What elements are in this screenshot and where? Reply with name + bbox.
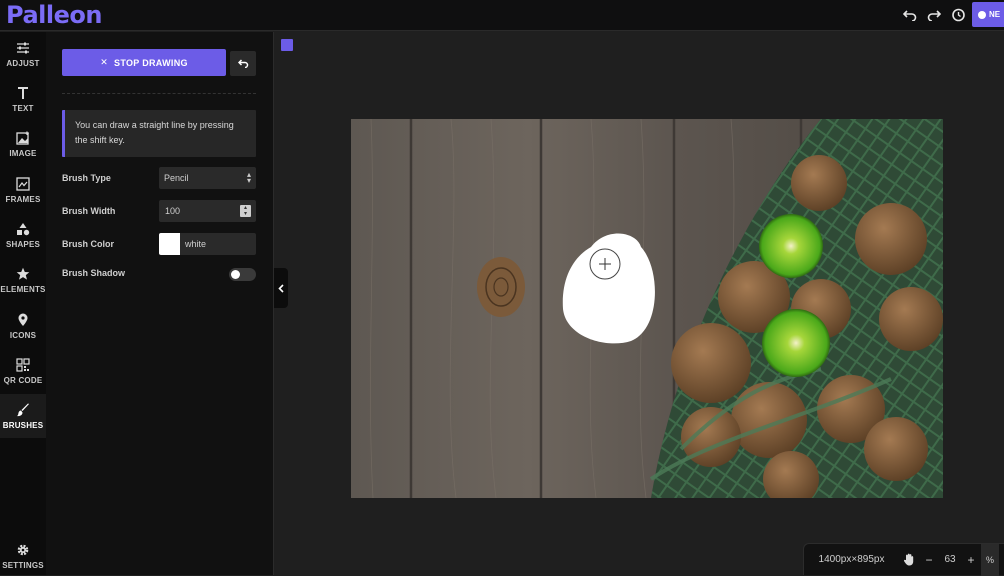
app-logo: Palleon (6, 1, 102, 29)
brush-color-label: Brush Color (62, 239, 115, 249)
nav-item-settings[interactable]: SETTINGS (0, 538, 46, 575)
brushes-panel: ✕ STOP DRAWING You can draw a straight l… (46, 32, 274, 575)
undo-icon[interactable] (900, 5, 920, 25)
hand-icon (903, 553, 914, 566)
brush-color-swatch[interactable] (159, 233, 180, 255)
nav-item-image[interactable]: IMAGE (0, 122, 46, 166)
nav-item-brushes[interactable]: BRUSHES (0, 394, 46, 438)
frames-icon (16, 176, 30, 191)
zoom-out-button[interactable]: − (919, 553, 939, 567)
brush-shadow-label: Brush Shadow (62, 268, 126, 278)
brush-width-input[interactable]: 100 ▴ ▾ (159, 200, 256, 222)
stop-drawing-button[interactable]: ✕ STOP DRAWING (62, 49, 226, 76)
image-dimensions: 1400px×895px (818, 554, 885, 565)
undo-stroke-button[interactable] (230, 51, 256, 76)
edit-icon[interactable] (281, 39, 293, 51)
main-nav: ADJUST TEXT IMAGE FRAMES SHAPES ELEMENTS… (0, 32, 46, 575)
nav-item-frames[interactable]: FRAMES (0, 168, 46, 212)
divider (62, 93, 256, 94)
number-stepper-icon[interactable]: ▴ ▾ (240, 205, 251, 217)
canvas-image[interactable] (351, 119, 943, 498)
image-icon (16, 131, 29, 145)
undo-icon (237, 59, 248, 68)
zoom-percent-unit: % (981, 543, 999, 576)
new-button-label: NE (989, 10, 1001, 19)
star-icon (16, 267, 30, 280)
brush-color-value: white (185, 239, 207, 249)
text-icon (18, 86, 28, 99)
brush-shadow-toggle[interactable] (229, 268, 256, 281)
location-pin-icon (18, 313, 28, 326)
brush-type-label: Brush Type (62, 173, 111, 183)
top-bar: Palleon NE (0, 0, 1004, 31)
collapse-panel-button[interactable] (274, 268, 288, 308)
brush-icon (17, 403, 29, 416)
gear-icon (17, 544, 29, 556)
sliders-icon (17, 42, 29, 53)
kiwi-photo (351, 119, 943, 498)
toggle-knob (231, 270, 240, 279)
nav-item-qr-code[interactable]: QR CODE (0, 349, 46, 393)
status-bar: 1400px×895px − 63 + % (803, 543, 1004, 576)
nav-item-shapes[interactable]: SHAPES (0, 213, 46, 257)
qr-code-icon (16, 357, 30, 372)
new-button[interactable]: NE (972, 2, 1004, 27)
plus-circle-icon (978, 10, 986, 19)
close-icon: ✕ (100, 57, 109, 67)
nav-item-adjust[interactable]: ADJUST (0, 32, 46, 76)
brush-width-value: 100 (165, 206, 181, 216)
brush-type-select[interactable]: Pencil ▴ ▾ (159, 167, 256, 189)
brush-color-input[interactable]: white (180, 233, 256, 255)
brush-type-value: Pencil (164, 173, 189, 183)
pan-hand-button[interactable] (899, 550, 919, 570)
zoom-in-button[interactable]: + (961, 553, 981, 567)
redo-icon[interactable] (924, 5, 944, 25)
stop-drawing-label: STOP DRAWING (114, 57, 188, 68)
shift-key-hint: You can draw a straight line by pressing… (62, 110, 256, 157)
history-controls (900, 5, 968, 25)
nav-item-elements[interactable]: ELEMENTS (0, 258, 46, 302)
history-icon[interactable] (948, 5, 968, 25)
shapes-icon (17, 222, 30, 235)
nav-item-text[interactable]: TEXT (0, 77, 46, 121)
select-caret-icon: ▴ ▾ (246, 170, 251, 185)
chevron-left-icon (278, 283, 284, 293)
brush-width-label: Brush Width (62, 206, 116, 216)
nav-item-icons[interactable]: ICONS (0, 304, 46, 348)
zoom-value[interactable]: 63 (939, 554, 961, 565)
